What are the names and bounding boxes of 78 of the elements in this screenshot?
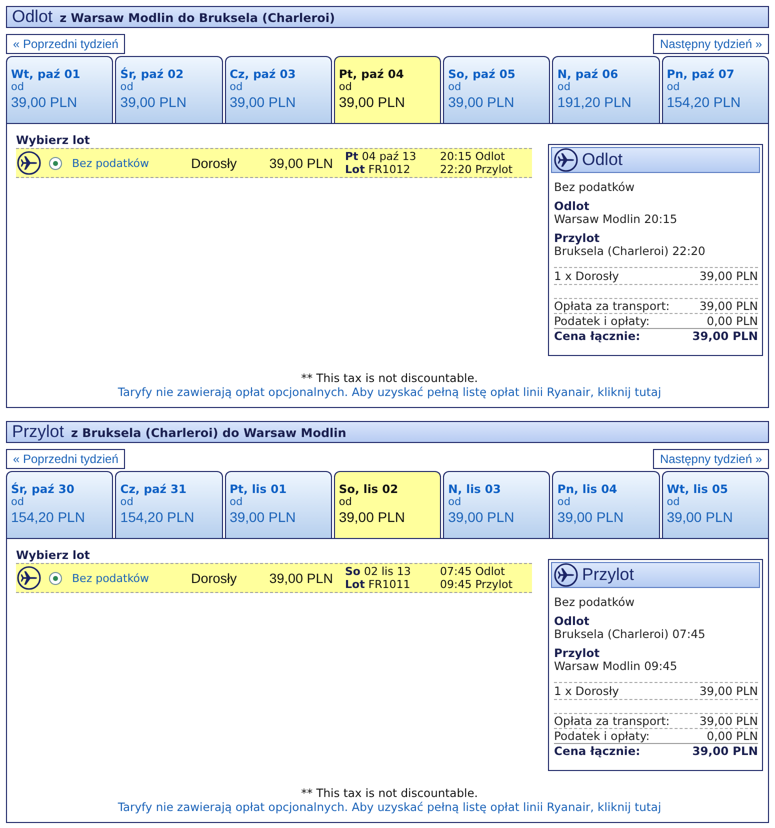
departure-time: 07:45 Odlot bbox=[440, 565, 505, 578]
radio-button[interactable] bbox=[49, 572, 62, 584]
day-tab[interactable]: Pn, lis 04 od 39,00 PLN bbox=[552, 471, 660, 538]
charge-label: Opłata za transport: bbox=[554, 714, 670, 728]
day-tab[interactable]: Cz, paź 31 od 154,20 PLN bbox=[115, 471, 223, 538]
arrival-info: Warsaw Modlin 09:45 bbox=[554, 660, 678, 673]
day-tab[interactable]: Śr, paź 30 od 154,20 PLN bbox=[6, 471, 114, 538]
choose-flight-label: Wybierz lot bbox=[16, 548, 90, 562]
day-tab[interactable]: Cz, paź 03 od 39,00 PLN bbox=[224, 56, 332, 123]
departure-label: Odlot bbox=[554, 200, 590, 213]
fare-price: 39,00 PLN bbox=[269, 156, 333, 170]
route-text: z Bruksela (Charleroi) do Warsaw Modlin bbox=[70, 424, 346, 440]
passenger-line-label: 1 x Dorosły bbox=[554, 270, 619, 282]
fees-link[interactable]: Taryfy nie zawierają opłat opcjonalnych. Aby uzyskać pełną listę opłat linii Ryanair, kliknij tutaj bbox=[118, 800, 662, 814]
flight-number: Lot FR1012 bbox=[345, 163, 410, 176]
day-tab[interactable]: N, lis 03 od 39,00 PLN bbox=[443, 471, 550, 538]
charge-value: 39,00 PLN bbox=[699, 300, 758, 312]
flight-date: So 02 lis 13 bbox=[345, 565, 411, 578]
arrival-info: Bruksela (Charleroi) 22:20 bbox=[554, 245, 706, 258]
fare-name: Bez podatków bbox=[72, 572, 150, 584]
total-label: Cena łącznie: bbox=[554, 330, 640, 343]
tax-note: ** This tax is not discountable. bbox=[301, 371, 478, 385]
day-tab[interactable]: Pt, lis 01 od 39,00 PLN bbox=[224, 471, 332, 538]
charge-value: 0,00 PLN bbox=[706, 314, 758, 328]
previous-week-button[interactable]: « Poprzedni tydzień bbox=[6, 449, 126, 469]
total-value: 39,00 PLN bbox=[692, 330, 758, 343]
charge-label: Opłata za transport: bbox=[554, 300, 670, 312]
departure-info: Bruksela (Charleroi) 07:45 bbox=[554, 628, 706, 641]
charge-value: 39,00 PLN bbox=[699, 714, 758, 728]
total-value: 39,00 PLN bbox=[692, 745, 758, 758]
day-tab[interactable]: Pn, paź 07 od 154,20 PLN bbox=[662, 56, 769, 123]
tax-note: ** This tax is not discountable. bbox=[301, 786, 478, 800]
summary-title: Przylot bbox=[582, 565, 634, 585]
section-title: Przylot bbox=[12, 422, 64, 442]
fare-price: 39,00 PLN bbox=[269, 570, 333, 586]
flight-number: Lot FR1011 bbox=[345, 578, 410, 591]
day-tab[interactable]: Śr, paź 02 od 39,00 PLN bbox=[115, 56, 223, 123]
passenger-line-label: 1 x Dorosły bbox=[554, 684, 619, 698]
day-tab[interactable]: Wt, lis 05 od 39,00 PLN bbox=[662, 471, 769, 538]
passenger-type: Dorosły bbox=[191, 570, 237, 586]
charge-value: 0,00 PLN bbox=[706, 730, 758, 742]
fare-name: Bez podatków bbox=[72, 156, 150, 170]
charge-label: Podatek i opłaty: bbox=[554, 314, 650, 328]
airplane-icon bbox=[554, 148, 578, 172]
passenger-type: Dorosły bbox=[191, 156, 237, 170]
summary-title: Odlot bbox=[582, 150, 623, 170]
fees-link[interactable]: Taryfy nie zawierają opłat opcjonalnych. Aby uzyskać pełną listę opłat linii Ryanair, kliknij tutaj bbox=[118, 385, 662, 399]
day-tab[interactable]: So, lis 02 od 39,00 PLN bbox=[334, 471, 442, 538]
flight-date: Pt 04 paź 13 bbox=[345, 150, 416, 163]
choose-flight-label: Wybierz lot bbox=[16, 133, 90, 147]
previous-week-button[interactable]: « Poprzedni tydzień bbox=[6, 34, 126, 54]
radio-button[interactable] bbox=[49, 156, 62, 170]
departure-label: Odlot bbox=[554, 615, 590, 628]
airplane-icon bbox=[17, 151, 41, 175]
airplane-icon bbox=[17, 566, 41, 590]
passenger-line-value: 39,00 PLN bbox=[699, 270, 758, 282]
departure-time: 20:15 Odlot bbox=[440, 150, 505, 163]
arrival-label: Przylot bbox=[554, 232, 600, 245]
day-tab[interactable]: Wt, paź 01 od 39,00 PLN bbox=[6, 56, 114, 123]
total-label: Cena łącznie: bbox=[554, 745, 640, 758]
route-text: z Warsaw Modlin do Bruksela (Charleroi) bbox=[60, 10, 335, 26]
day-tab[interactable]: N, paź 06 od 191,20 PLN bbox=[552, 56, 660, 123]
next-week-button[interactable]: Następny tydzień » bbox=[652, 449, 769, 469]
departure-info: Warsaw Modlin 20:15 bbox=[554, 213, 678, 226]
day-tab[interactable]: So, paź 05 od 39,00 PLN bbox=[443, 56, 550, 123]
passenger-line-value: 39,00 PLN bbox=[699, 684, 758, 698]
next-week-button[interactable]: Następny tydzień » bbox=[652, 34, 769, 54]
fare-row[interactable]: Bez podatków Dorosły 39,00 PLN So 02 lis 13 Lot FR1011 07:45 Odlot 09:45 Przylot bbox=[16, 563, 532, 593]
day-tab[interactable]: Pt, paź 04 od 39,00 PLN bbox=[334, 56, 442, 123]
summary-fare: Bez podatków bbox=[554, 181, 635, 194]
arrival-label: Przylot bbox=[554, 647, 600, 660]
airplane-icon bbox=[554, 563, 578, 587]
fare-row[interactable]: Bez podatków Dorosły 39,00 PLN Pt 04 paź 13 Lot FR1012 20:15 Odlot 22:20 Przylot bbox=[16, 148, 532, 178]
charge-label: Podatek i opłaty: bbox=[554, 730, 650, 742]
arrival-time: 22:20 Przylot bbox=[440, 163, 513, 176]
section-title: Odlot bbox=[12, 7, 53, 27]
arrival-time: 09:45 Przylot bbox=[440, 578, 513, 591]
summary-fare: Bez podatków bbox=[554, 596, 635, 609]
